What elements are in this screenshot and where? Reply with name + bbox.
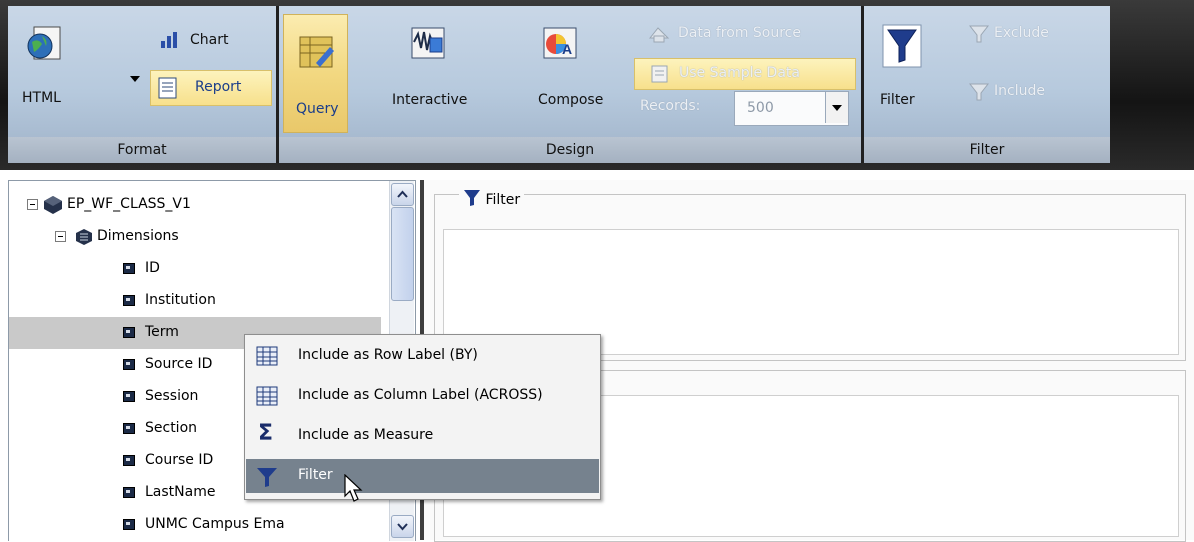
filter-ribbon-button[interactable]: Filter (876, 20, 936, 120)
scroll-down-button[interactable] (391, 515, 414, 538)
funnel-icon (882, 24, 922, 68)
ruler-pencil-icon (299, 36, 334, 68)
tree-field-label: Section (145, 420, 198, 436)
menu-item-include-row-label[interactable]: Include as Row Label (BY) (246, 339, 599, 373)
use-sample-data-button[interactable]: Use Sample Data (634, 58, 856, 90)
data-source-icon (648, 27, 670, 43)
tree-field[interactable]: UNMC Campus Ema (9, 509, 381, 541)
sample-data-icon (651, 65, 668, 83)
tree-field[interactable]: Institution (9, 285, 381, 317)
report-document-icon (158, 77, 177, 99)
data-from-source-button[interactable]: Data from Source (648, 22, 848, 46)
chart-button[interactable]: Chart (160, 28, 260, 52)
menu-item-include-column-label[interactable]: Include as Column Label (ACROSS) (246, 379, 599, 413)
collapse-icon[interactable] (55, 231, 66, 242)
field-icon (123, 455, 135, 466)
interactive-document-icon (411, 27, 445, 59)
field-icon (123, 295, 135, 306)
query-button-label: Query (296, 101, 339, 117)
menu-item-filter[interactable]: Filter (246, 459, 599, 493)
tree-field[interactable]: ID (9, 253, 381, 285)
filter-frame-title: Filter (459, 189, 525, 208)
sigma-icon: Σ (258, 421, 274, 446)
query-button[interactable]: Query (283, 14, 348, 133)
html-document-icon (27, 26, 61, 60)
collapse-icon[interactable] (27, 199, 38, 210)
compose-button-label: Compose (538, 92, 604, 108)
use-sample-data-label: Use Sample Data (679, 65, 800, 81)
records-label: Records: (640, 98, 701, 114)
tree-root-label: EP_WF_CLASS_V1 (67, 196, 191, 212)
tree-field-label: LastName (145, 484, 216, 500)
filter-frame-label: Filter (485, 192, 521, 208)
tree-field-label: Session (145, 388, 199, 404)
scroll-up-button[interactable] (391, 183, 414, 206)
interactive-button[interactable]: Interactive (392, 20, 484, 120)
html-button[interactable]: HTML (18, 20, 78, 115)
funnel-icon (464, 190, 480, 206)
scroll-thumb[interactable] (391, 207, 414, 301)
bar-chart-icon (161, 32, 177, 48)
table-icon (256, 346, 278, 366)
funnel-icon (257, 468, 277, 487)
include-button[interactable]: Include (968, 80, 1078, 104)
tree-field-label: Course ID (145, 452, 214, 468)
field-icon (123, 423, 135, 434)
report-button-label: Report (195, 79, 242, 95)
menu-item-label: Include as Measure (298, 427, 434, 443)
tree-dimensions-label: Dimensions (97, 228, 179, 244)
field-icon (123, 487, 135, 498)
data-from-source-label: Data from Source (678, 25, 801, 41)
tree-field-label: Institution (145, 292, 216, 308)
interactive-button-label: Interactive (392, 92, 468, 108)
compose-document-icon: A (543, 27, 577, 59)
filter-group-label: Filter (864, 137, 1110, 163)
include-funnel-icon (968, 83, 990, 101)
field-icon (123, 391, 135, 402)
exclude-label: Exclude (994, 25, 1049, 41)
include-label: Include (994, 83, 1045, 99)
context-menu: Include as Row Label (BY) Include as Col… (244, 334, 601, 500)
compose-button[interactable]: A Compose (524, 20, 614, 120)
field-icon (123, 359, 135, 370)
design-group-label: Design (279, 137, 861, 163)
dropdown-arrow-icon (130, 76, 140, 82)
chart-button-label: Chart (190, 32, 229, 48)
filter-ribbon-label: Filter (880, 92, 915, 108)
tree-field-label: Source ID (145, 356, 213, 372)
chevron-down-icon (397, 523, 408, 531)
field-icon (123, 327, 135, 338)
field-icon (123, 519, 135, 530)
chevron-up-icon (397, 190, 408, 198)
records-dropdown-arrow[interactable] (825, 92, 848, 123)
menu-item-include-measure[interactable]: Σ Include as Measure (246, 419, 599, 453)
html-button-label: HTML (22, 90, 61, 106)
menu-item-label: Filter (298, 467, 333, 483)
mouse-pointer-icon (344, 474, 363, 502)
tree-root[interactable]: EP_WF_CLASS_V1 (9, 189, 381, 221)
tree-dimensions[interactable]: Dimensions (9, 221, 381, 253)
table-icon (256, 386, 278, 406)
exclude-funnel-icon (968, 25, 990, 43)
records-value: 500 (747, 100, 774, 116)
tree-field-label: ID (145, 260, 160, 276)
format-dropdown-arrow[interactable] (130, 70, 140, 86)
exclude-button[interactable]: Exclude (968, 22, 1078, 46)
menu-item-label: Include as Column Label (ACROSS) (298, 387, 543, 403)
format-group-label: Format (8, 137, 276, 163)
tree-field-label: UNMC Campus Ema (145, 516, 285, 532)
report-button[interactable]: Report (150, 70, 272, 106)
records-combobox[interactable]: 500 (734, 91, 849, 126)
dimensions-icon (76, 229, 92, 245)
cube-icon (44, 196, 62, 214)
tree-field-label: Term (145, 324, 179, 340)
menu-item-label: Include as Row Label (BY) (298, 347, 478, 363)
svg-text:A: A (562, 41, 572, 57)
field-icon (123, 263, 135, 274)
